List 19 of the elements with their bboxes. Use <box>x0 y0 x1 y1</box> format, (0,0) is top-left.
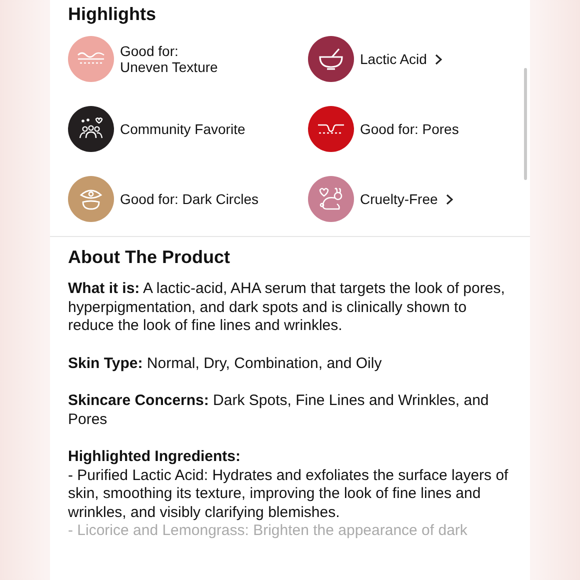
highlight-label: Community Favorite <box>120 121 246 137</box>
ingredient-text: - Purified Lactic Acid: Hydrates and exfoliates the surface layers of skin, smoothing its texture, improving the look of fine lines and wrinkles, and visibly clarifying blemishes. <box>68 466 510 522</box>
highlight-label: Good for: Dark Circles <box>120 191 258 207</box>
highlight-link[interactable]: Lactic Acid <box>360 51 442 67</box>
rabbit-icon <box>317 186 345 212</box>
section-title: Highlights <box>68 3 157 26</box>
paragraph: What it is: A lactic-acid, AHA serum that targets the look of pores, hyperpigmentation, and dark spots and is clinically shown to reduce the look of fine lines and wrinkles. <box>68 280 506 336</box>
eye-icon <box>78 187 104 211</box>
scrollbar[interactable] <box>524 68 527 180</box>
ingredient-text: - Licorice and Lemongrass: Brighten the appearance of dark <box>68 522 468 540</box>
paragraph: Skincare Concerns: Dark Spots, Fine Lines and Wrinkles, and Pores <box>68 392 490 429</box>
people-icon <box>78 117 104 141</box>
highlight-link[interactable]: Cruelty-Free <box>360 191 453 207</box>
ingredients-heading: Highlighted Ingredients: <box>68 448 242 466</box>
mortar-pestle-icon <box>318 47 344 71</box>
paragraph: Skin Type: Normal, Dry, Combination, and Oily <box>68 354 383 373</box>
highlight-label: Good for: Pores <box>360 121 459 137</box>
highlight-label: Good for: Uneven Texture <box>120 43 218 75</box>
section-title: About The Product <box>68 246 231 269</box>
